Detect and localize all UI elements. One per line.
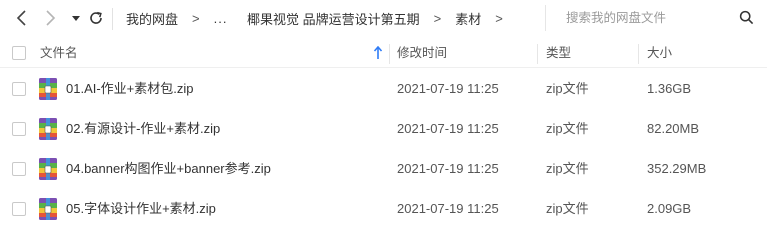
file-size: 82.20MB xyxy=(647,121,700,136)
breadcrumb-item-ellipsis[interactable]: ... xyxy=(214,11,228,26)
archive-file-icon xyxy=(39,158,57,180)
file-type: zip文件 xyxy=(546,121,589,136)
back-button[interactable] xyxy=(10,6,34,30)
file-size: 352.29MB xyxy=(647,161,707,176)
forward-button[interactable] xyxy=(38,6,62,30)
column-header-size[interactable]: 大小 xyxy=(647,38,672,68)
breadcrumb-item-course[interactable]: 椰果视觉 品牌运营设计第五期 xyxy=(247,9,420,28)
toolbar: 我的网盘 > ... > 椰果视觉 品牌运营设计第五期 > 素材 > xyxy=(0,0,767,36)
row-checkbox[interactable] xyxy=(12,202,26,216)
file-size: 2.09GB xyxy=(647,201,692,216)
search-icon[interactable] xyxy=(739,10,754,28)
row-checkbox[interactable] xyxy=(12,162,26,176)
file-row[interactable]: 04.banner构图作业+banner参考.zip 2021-07-19 11… xyxy=(0,149,767,189)
breadcrumb: 我的网盘 > ... > 椰果视觉 品牌运营设计第五期 > 素材 > xyxy=(126,0,517,36)
column-header-name[interactable]: 文件名 xyxy=(40,38,78,68)
column-divider[interactable] xyxy=(638,44,639,64)
file-modified-time: 2021-07-19 11:25 xyxy=(397,81,499,96)
column-header-type[interactable]: 类型 xyxy=(546,38,571,68)
file-type: zip文件 xyxy=(546,161,589,176)
archive-file-icon xyxy=(39,78,57,100)
caret-down-icon xyxy=(72,16,80,21)
row-checkbox[interactable] xyxy=(12,82,26,96)
file-type: zip文件 xyxy=(546,201,589,216)
breadcrumb-separator: > xyxy=(192,10,200,26)
file-name[interactable]: 05.字体设计作业+素材.zip xyxy=(66,189,216,229)
file-row[interactable]: 01.AI-作业+素材包.zip 2021-07-19 11:25 zip文件 … xyxy=(0,69,767,109)
file-modified-time: 2021-07-19 11:25 xyxy=(397,121,499,136)
column-divider[interactable] xyxy=(537,44,538,64)
file-list-header: 文件名 修改时间 类型 大小 xyxy=(0,38,767,68)
file-name[interactable]: 01.AI-作业+素材包.zip xyxy=(66,69,194,109)
archive-file-icon xyxy=(39,198,57,220)
archive-file-icon xyxy=(39,118,57,140)
column-divider[interactable] xyxy=(389,44,390,64)
file-modified-time: 2021-07-19 11:25 xyxy=(397,201,499,216)
search-input[interactable] xyxy=(566,11,736,25)
breadcrumb-item-my-drive[interactable]: 我的网盘 xyxy=(126,9,178,28)
toolbar-divider xyxy=(112,8,113,30)
file-name[interactable]: 04.banner构图作业+banner参考.zip xyxy=(66,149,271,189)
file-row[interactable]: 05.字体设计作业+素材.zip 2021-07-19 11:25 zip文件 … xyxy=(0,189,767,229)
file-size: 1.36GB xyxy=(647,81,692,96)
file-modified-time: 2021-07-19 11:25 xyxy=(397,161,499,176)
row-checkbox[interactable] xyxy=(12,122,26,136)
breadcrumb-separator: > xyxy=(495,10,503,26)
select-all-checkbox[interactable] xyxy=(12,46,26,60)
breadcrumb-separator: > xyxy=(433,10,442,26)
refresh-button[interactable] xyxy=(84,6,108,30)
search-box xyxy=(545,5,760,31)
arrow-up-icon[interactable] xyxy=(373,45,383,63)
refresh-icon xyxy=(90,11,102,24)
file-name[interactable]: 02.有源设计-作业+素材.zip xyxy=(66,109,220,149)
file-type: zip文件 xyxy=(546,81,589,96)
chevron-right-icon xyxy=(46,10,56,26)
column-header-modified[interactable]: 修改时间 xyxy=(397,38,447,68)
chevron-left-icon xyxy=(16,10,26,26)
file-row[interactable]: 02.有源设计-作业+素材.zip 2021-07-19 11:25 zip文件… xyxy=(0,109,767,149)
breadcrumb-item-materials[interactable]: 素材 xyxy=(455,9,481,28)
